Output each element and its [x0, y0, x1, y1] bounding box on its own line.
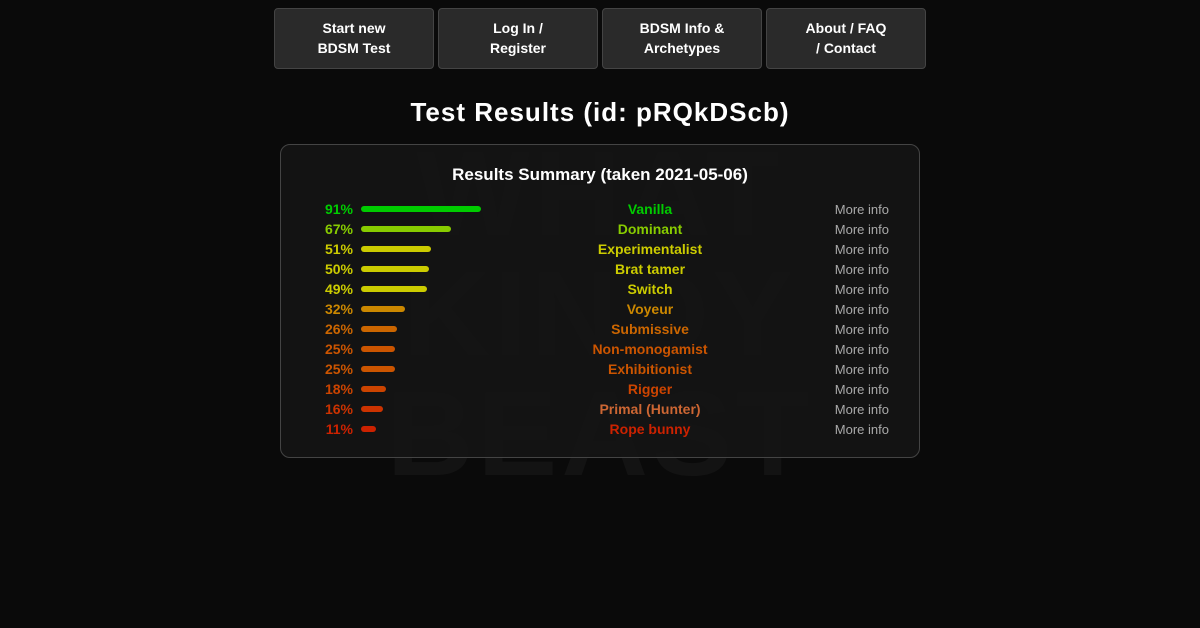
result-row-8: 25% ExhibitionistMore info: [311, 361, 889, 377]
start-new-test-button[interactable]: Start newBDSM Test: [274, 8, 434, 69]
result-bar-6: [361, 326, 397, 332]
result-row-4: 49% SwitchMore info: [311, 281, 889, 297]
result-bar-0: [361, 206, 481, 212]
result-trait-4: Switch: [501, 281, 799, 297]
result-pct-3: 50%: [311, 261, 361, 277]
result-pct-0: 91%: [311, 201, 361, 217]
result-row-7: 25% Non-monogamistMore info: [311, 341, 889, 357]
bdsm-info-button[interactable]: BDSM Info &Archetypes: [602, 8, 762, 69]
more-info-link-1[interactable]: More info: [799, 222, 889, 237]
more-info-link-11[interactable]: More info: [799, 422, 889, 437]
results-list: 91%VanillaMore info67%DominantMore info5…: [311, 201, 889, 437]
result-row-2: 51% ExperimentalistMore info: [311, 241, 889, 257]
result-trait-3: Brat tamer: [501, 261, 799, 277]
result-trait-7: Non-monogamist: [501, 341, 799, 357]
result-row-11: 11% Rope bunnyMore info: [311, 421, 889, 437]
result-pct-6: 26%: [311, 321, 361, 337]
more-info-link-6[interactable]: More info: [799, 322, 889, 337]
result-pct-7: 25%: [311, 341, 361, 357]
result-pct-1: 67%: [311, 221, 361, 237]
result-pct-2: 51%: [311, 241, 361, 257]
result-bar-container-9: [361, 386, 501, 392]
result-bar-5: [361, 306, 405, 312]
result-row-9: 18% RiggerMore info: [311, 381, 889, 397]
result-bar-container-6: [361, 326, 501, 332]
more-info-link-8[interactable]: More info: [799, 362, 889, 377]
result-pct-9: 18%: [311, 381, 361, 397]
result-bar-8: [361, 366, 395, 372]
login-register-button[interactable]: Log In /Register: [438, 8, 598, 69]
main-nav: Start newBDSM TestLog In /RegisterBDSM I…: [0, 0, 1200, 77]
result-trait-5: Voyeur: [501, 301, 799, 317]
result-bar-container-1: [361, 226, 501, 232]
result-trait-10: Primal (Hunter): [501, 401, 799, 417]
result-bar-3: [361, 266, 429, 272]
result-trait-1: Dominant: [501, 221, 799, 237]
result-trait-8: Exhibitionist: [501, 361, 799, 377]
more-info-link-10[interactable]: More info: [799, 402, 889, 417]
result-trait-6: Submissive: [501, 321, 799, 337]
panel-title: Results Summary (taken 2021-05-06): [311, 165, 889, 185]
result-bar-7: [361, 346, 395, 352]
more-info-link-5[interactable]: More info: [799, 302, 889, 317]
more-info-link-0[interactable]: More info: [799, 202, 889, 217]
result-trait-0: Vanilla: [501, 201, 799, 217]
about-faq-button[interactable]: About / FAQ/ Contact: [766, 8, 926, 69]
page-title: Test Results (id: pRQkDScb): [0, 97, 1200, 128]
result-trait-2: Experimentalist: [501, 241, 799, 257]
more-info-link-9[interactable]: More info: [799, 382, 889, 397]
result-row-5: 32% VoyeurMore info: [311, 301, 889, 317]
result-bar-container-7: [361, 346, 501, 352]
result-bar-container-5: [361, 306, 501, 312]
result-pct-11: 11%: [311, 421, 361, 437]
result-bar-2: [361, 246, 431, 252]
result-pct-8: 25%: [311, 361, 361, 377]
more-info-link-2[interactable]: More info: [799, 242, 889, 257]
result-pct-4: 49%: [311, 281, 361, 297]
more-info-link-4[interactable]: More info: [799, 282, 889, 297]
result-trait-11: Rope bunny: [501, 421, 799, 437]
more-info-link-3[interactable]: More info: [799, 262, 889, 277]
result-bar-container-4: [361, 286, 501, 292]
result-bar-9: [361, 386, 386, 392]
result-bar-container-2: [361, 246, 501, 252]
result-trait-9: Rigger: [501, 381, 799, 397]
result-row-10: 16% Primal (Hunter)More info: [311, 401, 889, 417]
result-row-3: 50% Brat tamerMore info: [311, 261, 889, 277]
result-bar-11: [361, 426, 376, 432]
result-pct-5: 32%: [311, 301, 361, 317]
result-bar-container-3: [361, 266, 501, 272]
result-bar-1: [361, 226, 451, 232]
results-panel: Results Summary (taken 2021-05-06) 91% Va…: [280, 144, 920, 458]
result-bar-4: [361, 286, 427, 292]
result-pct-10: 16%: [311, 401, 361, 417]
result-row-6: 26% SubmissiveMore info: [311, 321, 889, 337]
result-bar-container-8: [361, 366, 501, 372]
more-info-link-7[interactable]: More info: [799, 342, 889, 357]
result-row-1: 67% DominantMore info: [311, 221, 889, 237]
result-bar-container-0: [361, 206, 501, 212]
result-bar-container-11: [361, 426, 501, 432]
result-row-0: 91% VanillaMore info: [311, 201, 889, 217]
result-bar-container-10: [361, 406, 501, 412]
result-bar-10: [361, 406, 383, 412]
